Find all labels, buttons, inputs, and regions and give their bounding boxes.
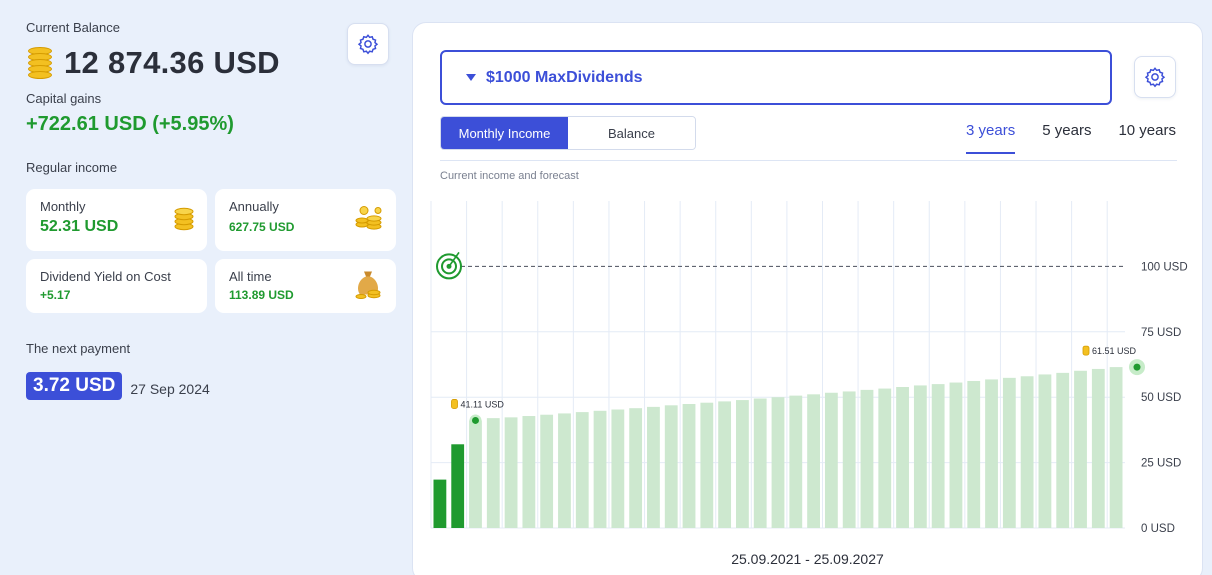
- forecast-bar: [896, 386, 909, 528]
- tab-3-years[interactable]: 3 years: [966, 122, 1016, 154]
- forecast-bar: [629, 408, 643, 528]
- forecast-bar: [1020, 376, 1034, 528]
- regular-income-label: Regular income: [26, 160, 118, 175]
- monthly-card[interactable]: Monthly 52.31 USD: [26, 189, 207, 251]
- forecast-bar: [718, 401, 732, 528]
- toggle-monthly-income[interactable]: Monthly Income: [441, 117, 568, 149]
- annotation-dot: [471, 416, 479, 424]
- forecast-bar: [682, 404, 696, 528]
- forecast-bar: [611, 409, 625, 528]
- forecast-bar: [967, 380, 981, 528]
- yield-title: Dividend Yield on Cost: [40, 269, 171, 284]
- annotation-label: 41.11 USD: [460, 399, 504, 409]
- coin-stack-icon: [173, 205, 195, 236]
- chart-caption: Current income and forecast: [440, 170, 579, 182]
- forecast-bar: [1109, 367, 1123, 528]
- income-chart: 0 USD 25 USD 50 USD 75 USD 100 USD 41.11 USD 6…: [430, 201, 1188, 535]
- y-tick-label: 50 USD: [1141, 392, 1181, 404]
- balance-value: 12 874.36 USD: [64, 45, 280, 80]
- annotation-label: 61.51 USD: [1092, 346, 1137, 356]
- next-payment-value: 3.72 USD: [26, 372, 123, 400]
- summary-panel: Current Balance 12 874.36 USD Capital ga…: [26, 20, 398, 400]
- forecast-bar: [824, 392, 838, 528]
- forecast-bar: [558, 413, 571, 528]
- forecast-bar: [504, 417, 518, 528]
- y-tick-label: 100 USD: [1141, 261, 1188, 273]
- tabs-divider: [440, 160, 1177, 161]
- monthly-value: 52.31 USD: [40, 218, 119, 235]
- forecast-bar: [949, 382, 963, 528]
- tab-10-years[interactable]: 10 years: [1118, 122, 1176, 153]
- next-payment-date: 27 Sep 2024: [130, 381, 210, 397]
- coins-pile-icon: [354, 205, 384, 236]
- portfolio-select[interactable]: $1000 MaxDividends: [440, 50, 1112, 105]
- y-tick-label: 75 USD: [1141, 327, 1181, 339]
- actual-bar: [433, 479, 447, 528]
- income-cards: Monthly 52.31 USD Annually 627.75 USD Di…: [26, 189, 398, 313]
- y-tick-label: 25 USD: [1141, 458, 1181, 470]
- forecast-bar: [469, 420, 482, 528]
- forecast-bar: [753, 398, 767, 528]
- forecast-bar: [486, 418, 500, 528]
- forecast-bar: [985, 379, 998, 528]
- annotation-dot: [1133, 363, 1141, 371]
- chart-settings-button[interactable]: [1134, 56, 1176, 98]
- money-bag-icon: [352, 268, 384, 305]
- alltime-card[interactable]: All time 113.89 USD: [215, 259, 396, 313]
- forecast-bar: [771, 397, 785, 528]
- forecast-bar: [540, 414, 554, 528]
- forecast-bar: [913, 385, 927, 528]
- period-tabs: 3 years 5 years 10 years: [966, 122, 1176, 154]
- forecast-bar: [1074, 370, 1087, 528]
- forecast-bar: [789, 395, 803, 528]
- chart-panel: $1000 MaxDividends Monthly Income Balanc…: [412, 22, 1203, 575]
- yield-card[interactable]: Dividend Yield on Cost +5.17: [26, 259, 207, 313]
- gains-value: +722.61 USD (+5.95%): [26, 113, 234, 135]
- forecast-bar: [1056, 372, 1070, 528]
- forecast-bar: [878, 388, 892, 528]
- forecast-bar: [593, 410, 607, 528]
- gains-label: Capital gains: [26, 91, 102, 106]
- gear-icon: [1144, 67, 1166, 88]
- tab-5-years[interactable]: 5 years: [1042, 122, 1091, 153]
- portfolio-name: $1000 MaxDividends: [486, 68, 643, 86]
- view-toggle: Monthly Income Balance: [440, 116, 696, 150]
- forecast-bar: [575, 412, 589, 528]
- forecast-bar: [736, 400, 749, 528]
- toggle-balance[interactable]: Balance: [568, 117, 695, 149]
- forecast-bar: [860, 389, 874, 528]
- forecast-bar: [647, 406, 660, 528]
- date-range: 25.09.2021 - 25.09.2027: [731, 551, 884, 567]
- yield-value: +5.17: [40, 288, 71, 302]
- monthly-title: Monthly: [40, 199, 86, 214]
- next-payment-label: The next payment: [26, 341, 131, 356]
- coin-stack-icon: [26, 47, 54, 79]
- settings-button[interactable]: [347, 23, 389, 65]
- y-tick-label: 0 USD: [1141, 523, 1175, 535]
- balance-label: Current Balance: [26, 20, 120, 35]
- annually-card[interactable]: Annually 627.75 USD: [215, 189, 396, 251]
- forecast-bar: [1038, 374, 1052, 528]
- forecast-bar: [1002, 377, 1016, 528]
- forecast-bar: [807, 394, 820, 528]
- coin-icon: [451, 399, 458, 409]
- forecast-bar: [700, 402, 714, 528]
- forecast-bar: [931, 384, 945, 528]
- coin-icon: [1082, 345, 1090, 356]
- gear-icon: [357, 34, 379, 55]
- forecast-bar: [842, 391, 856, 528]
- forecast-bar: [1091, 368, 1105, 528]
- forecast-bar: [664, 405, 678, 528]
- next-payment-row: 3.72 USD 27 Sep 2024: [26, 372, 398, 400]
- caret-down-icon: [466, 74, 476, 81]
- balance-row: 12 874.36 USD: [26, 45, 398, 81]
- forecast-bar: [522, 416, 536, 528]
- actual-bar: [451, 444, 465, 528]
